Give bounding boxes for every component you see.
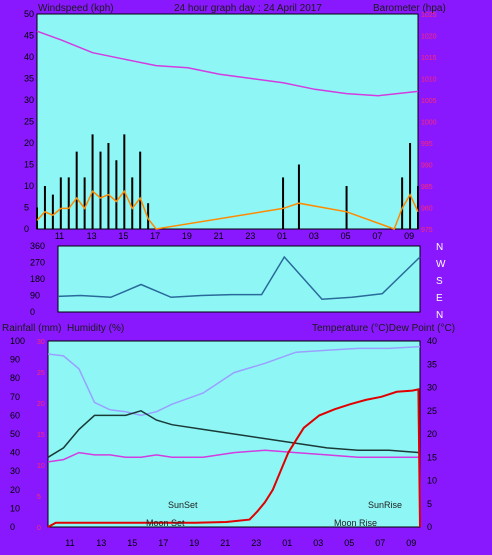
temp-x-tick-label: 13 xyxy=(96,538,106,548)
temp-x-tick-label: 15 xyxy=(127,538,137,548)
rainfall-y-tick-label: 30 xyxy=(37,339,45,346)
barometer-y-tick-label: 995 xyxy=(421,141,433,148)
humidity-y-tick-label: 30 xyxy=(10,466,20,476)
temp-x-tick-label: 01 xyxy=(282,538,292,548)
humidity-y-tick-label: 20 xyxy=(10,485,20,495)
barometer-y-tick-label: 975 xyxy=(421,227,433,234)
sunrise-label: SunRise xyxy=(368,500,402,510)
humidity-y-tick-label: 40 xyxy=(10,448,20,458)
barometer-y-tick-label: 1005 xyxy=(421,98,437,105)
compass-label: S xyxy=(436,276,443,287)
wind-x-tick-label: 17 xyxy=(150,231,160,241)
humidity-y-tick-label: 100 xyxy=(10,336,25,346)
direction-y-tick-label: 360 xyxy=(30,241,45,251)
wind-x-tick-label: 23 xyxy=(245,231,255,241)
sunset-label: SunSet xyxy=(168,500,198,510)
wind-y-tick-label: 0 xyxy=(24,224,29,234)
wind-x-tick-label: 19 xyxy=(182,231,192,241)
temp-x-tick-label: 07 xyxy=(375,538,385,548)
wind-x-tick-label: 05 xyxy=(341,231,351,241)
rainfall-y-tick-label: 5 xyxy=(37,494,41,501)
humidity-y-tick-label: 60 xyxy=(10,410,20,420)
wind-y-tick-label: 15 xyxy=(24,160,34,170)
windspeed-axis-title: Windspeed (kph) xyxy=(38,3,114,14)
graph-title: 24 hour graph day : 24 April 2017 xyxy=(174,3,322,14)
wind-plot-area xyxy=(36,13,419,230)
temperature-axis-title: Temperature (°C)Dew Point (°C) xyxy=(312,323,455,334)
wind-x-tick-label: 15 xyxy=(118,231,128,241)
temp-x-tick-label: 09 xyxy=(406,538,416,548)
wind-x-tick-label: 11 xyxy=(55,231,64,241)
temp-x-tick-label: 19 xyxy=(189,538,199,548)
compass-label: N xyxy=(436,310,443,321)
wind-x-tick-label: 07 xyxy=(372,231,382,241)
humidity-axis-title: Humidity (%) xyxy=(67,323,124,334)
weather-graph-window: Windspeed (kph) 24 hour graph day : 24 A… xyxy=(0,0,492,555)
wind-x-tick-label: 09 xyxy=(404,231,414,241)
wind-y-tick-label: 45 xyxy=(24,31,34,41)
rainfall-y-tick-label: 20 xyxy=(37,401,45,408)
moonrise-label: Moon Rise xyxy=(334,518,377,528)
temperature-y-tick-label: 10 xyxy=(427,476,437,486)
temp-x-tick-label: 05 xyxy=(344,538,354,548)
compass-label: E xyxy=(436,293,443,304)
barometer-y-tick-label: 985 xyxy=(421,184,433,191)
temperature-y-tick-label: 15 xyxy=(427,452,437,462)
wind-y-tick-label: 5 xyxy=(24,203,29,213)
barometer-y-tick-label: 1000 xyxy=(421,120,437,127)
wind-y-tick-label: 30 xyxy=(24,95,34,105)
wind-y-tick-label: 50 xyxy=(24,9,34,19)
rainfall-y-tick-label: 25 xyxy=(37,370,45,377)
wind-y-tick-label: 25 xyxy=(24,117,34,127)
temperature-y-tick-label: 35 xyxy=(427,359,437,369)
barometer-y-tick-label: 1015 xyxy=(421,55,437,62)
compass-label: N xyxy=(436,242,443,253)
barometer-y-tick-label: 1020 xyxy=(421,34,437,41)
wind-y-tick-label: 35 xyxy=(24,74,34,84)
direction-y-tick-label: 90 xyxy=(30,291,40,301)
wind-x-tick-label: 21 xyxy=(214,231,224,241)
direction-y-tick-label: 180 xyxy=(30,274,45,284)
barometer-y-tick-label: 980 xyxy=(421,206,433,213)
rainfall-y-tick-label: 0 xyxy=(37,525,41,532)
temp-x-tick-label: 23 xyxy=(251,538,261,548)
direction-y-tick-label: 0 xyxy=(30,307,35,317)
direction-plot-area xyxy=(57,245,421,313)
humidity-y-tick-label: 90 xyxy=(10,355,20,365)
rainfall-y-tick-label: 15 xyxy=(37,432,45,439)
temp-x-tick-label: 03 xyxy=(313,538,323,548)
wind-x-tick-label: 13 xyxy=(87,231,97,241)
temperature-y-tick-label: 40 xyxy=(427,336,437,346)
humidity-y-tick-label: 0 xyxy=(10,522,15,532)
temp-x-tick-label: 11 xyxy=(65,538,74,548)
temperature-y-tick-label: 25 xyxy=(427,406,437,416)
barometer-y-tick-label: 1010 xyxy=(421,77,437,84)
wind-y-tick-label: 10 xyxy=(24,181,34,191)
temp-x-tick-label: 17 xyxy=(158,538,168,548)
humidity-y-tick-label: 10 xyxy=(10,503,20,513)
wind-y-tick-label: 20 xyxy=(24,138,34,148)
wind-x-tick-label: 03 xyxy=(309,231,319,241)
humidity-y-tick-label: 50 xyxy=(10,429,20,439)
temperature-y-tick-label: 0 xyxy=(427,522,432,532)
moonset-label: Moon Set xyxy=(146,518,185,528)
temperature-y-tick-label: 5 xyxy=(427,499,432,509)
temperature-y-tick-label: 30 xyxy=(427,383,437,393)
direction-y-tick-label: 270 xyxy=(30,258,45,268)
barometer-y-tick-label: 1025 xyxy=(421,12,437,19)
temp-x-tick-label: 21 xyxy=(220,538,230,548)
weather-charts: Windspeed (kph) 24 hour graph day : 24 A… xyxy=(2,3,455,548)
barometer-y-tick-label: 990 xyxy=(421,163,433,170)
wind-y-tick-label: 40 xyxy=(24,52,34,62)
humidity-y-tick-label: 80 xyxy=(10,373,20,383)
compass-label: W xyxy=(436,259,446,270)
rainfall-axis-title: Rainfall (mm) xyxy=(2,323,61,334)
wind-x-tick-label: 01 xyxy=(277,231,287,241)
temperature-y-tick-label: 20 xyxy=(427,429,437,439)
humidity-y-tick-label: 70 xyxy=(10,392,20,402)
rainfall-y-tick-label: 10 xyxy=(37,463,45,470)
